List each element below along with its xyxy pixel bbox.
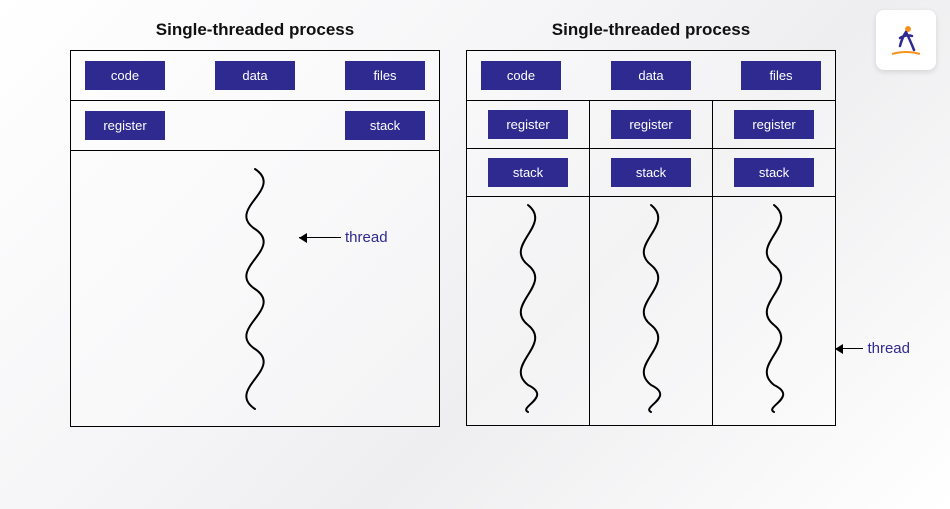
stack-chip: stack <box>345 111 425 140</box>
register-cell: register <box>590 101 712 149</box>
data-chip: data <box>215 61 295 90</box>
code-chip: code <box>481 61 561 90</box>
thread-column-1: register stack <box>467 101 590 425</box>
arrow-icon <box>299 237 341 239</box>
thread-area-left: thread <box>71 151 439 426</box>
thread-column-3: register stack <box>713 101 835 425</box>
process-box-left: code data files register x stack thread <box>70 50 440 427</box>
thread-wave-icon <box>616 197 686 417</box>
thread-label: thread <box>345 229 388 246</box>
stack-cell: stack <box>713 149 835 197</box>
thread-squiggle: thread <box>71 151 439 426</box>
code-chip: code <box>85 61 165 90</box>
register-cell: register <box>467 101 589 149</box>
thread-area-1 <box>467 197 589 425</box>
person-jump-icon <box>886 20 926 60</box>
thread-annotation-right: thread <box>835 340 910 357</box>
multi-thread-panel: Single-threaded process code data files … <box>466 20 836 489</box>
thread-wave-icon <box>210 161 300 416</box>
process-box-right: code data files register stack register <box>466 50 836 426</box>
files-chip: files <box>741 61 821 90</box>
thread-column-2: register stack <box>590 101 713 425</box>
thread-wave-icon <box>493 197 563 417</box>
thread-columns: register stack register stack <box>467 101 835 425</box>
panel-title-right: Single-threaded process <box>552 20 750 40</box>
diagram-container: Single-threaded process code data files … <box>0 0 950 509</box>
thread-area-2 <box>590 197 712 425</box>
panel-title-left: Single-threaded process <box>156 20 354 40</box>
register-chip: register <box>85 111 165 140</box>
thread-area-3 <box>713 197 835 425</box>
thread-resources-row: register x stack <box>71 101 439 151</box>
brand-logo <box>876 10 936 70</box>
files-chip: files <box>345 61 425 90</box>
stack-cell: stack <box>467 149 589 197</box>
shared-resources-row-right: code data files <box>467 51 835 101</box>
stack-cell: stack <box>590 149 712 197</box>
thread-annotation-left: thread <box>299 229 388 246</box>
data-chip: data <box>611 61 691 90</box>
single-thread-panel: Single-threaded process code data files … <box>70 20 440 489</box>
shared-resources-row: code data files <box>71 51 439 101</box>
arrow-icon <box>835 348 863 350</box>
register-cell: register <box>713 101 835 149</box>
thread-label: thread <box>867 340 910 357</box>
thread-wave-icon <box>739 197 809 417</box>
